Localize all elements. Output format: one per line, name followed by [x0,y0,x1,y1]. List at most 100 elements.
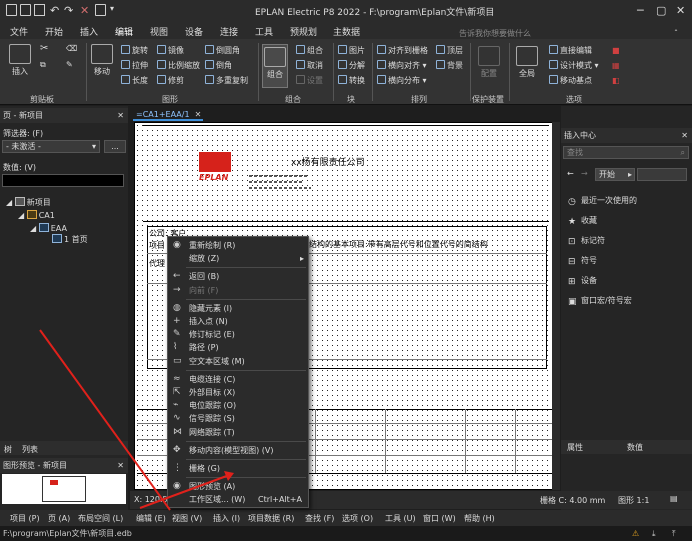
layout-icon[interactable]: ▤ [670,494,678,503]
menu-tools[interactable]: 工具 (U) [385,513,416,524]
close-icon[interactable]: ✕ [195,110,202,119]
vertical-scrollbar[interactable] [552,122,560,490]
ribbon-collapse-icon[interactable]: ˆ [674,28,678,40]
insert-item-markers[interactable]: ⊡ 标记符 [568,235,605,247]
context-menu-item[interactable]: ✥ 移动内容(模型视图) (V) [168,444,308,457]
context-menu-item[interactable]: → 向前 (F) [168,284,308,297]
insert-item-devices[interactable]: ⊞ 设备 [568,275,597,287]
multi-copy-button[interactable]: 多重复制 [205,75,248,87]
context-menu-item[interactable]: ⌇ 路径 (P) [168,341,308,354]
menu-help[interactable]: 帮助 (H) [464,513,495,524]
minimize-icon[interactable]: ─ [637,4,644,17]
context-menu-item[interactable]: 缩放 (Z) ▸ [168,252,308,265]
option-snap-icon[interactable]: ◧ [612,75,620,87]
close-icon[interactable]: ✕ [117,108,124,123]
chamfer-button[interactable]: 倒角 [205,60,232,72]
menu-project[interactable]: 项目 (P) [10,513,40,524]
tree-item-page-1[interactable]: 1 首页 [52,234,88,245]
length-button[interactable]: 长度 [121,75,148,87]
context-menu-item[interactable]: ⌁ 电位跟踪 (O) [168,399,308,412]
maximize-icon[interactable]: ▢ [656,4,666,17]
insert-item-symbols[interactable]: ⊟ 符号 [568,255,597,267]
context-menu-item[interactable]: ◉ 重新绘制 (R) [168,239,308,252]
filter-more-button[interactable]: ... [104,140,126,153]
tab-device[interactable]: 设备 [185,25,203,38]
cut-icon[interactable]: ✂ [40,43,48,55]
new-file-icon[interactable] [6,4,17,16]
tree-item-ca1[interactable]: ◢ CA1 [18,210,55,220]
context-menu-item[interactable]: ✎ 修订标记 (E) [168,328,308,341]
convert-button[interactable]: 转换 [338,75,365,87]
context-menu-item[interactable]: ∿ 信号跟踪 (S) [168,412,308,425]
upload-icon[interactable]: ⤒ [672,526,676,541]
context-menu-item[interactable]: ⋈ 网络跟踪 (T) [168,426,308,439]
breadcrumb-path[interactable] [637,168,687,181]
h-distribute-button[interactable]: 横向分布 ▾ [377,75,427,87]
combine-button[interactable]: 组合 [296,45,323,57]
insert-item-recent[interactable]: ◷ 最近一次使用的 [568,195,637,207]
split-button[interactable]: 分解 [338,60,365,72]
insert-center-search[interactable]: 查找 ⌕ [563,146,689,159]
copy-icon[interactable]: ⧉ [40,59,46,71]
menu-layout-space[interactable]: 布局空间 (L) [78,513,123,524]
option-grid-icon[interactable]: ▦ [612,60,620,72]
save-icon[interactable] [34,4,45,16]
tab-preplanning[interactable]: 预规划 [290,25,317,38]
menu-insert[interactable]: 插入 (I) [213,513,240,524]
menu-view[interactable]: 视图 (V) [172,513,202,524]
design-mode-button[interactable]: 设计模式 ▾ [549,60,599,72]
context-menu-item[interactable]: ◉ 图形预览 (A) [168,480,308,493]
insert-item-favorites[interactable]: ★ 收藏 [568,215,597,227]
menu-project-data[interactable]: 项目数据 (R) [248,513,294,524]
context-menu-item[interactable]: + 插入点 (N) [168,315,308,328]
delete-icon[interactable]: ✕ [80,4,89,17]
forward-icon[interactable]: → [581,169,588,178]
value-input[interactable] [2,174,124,187]
insert-item-macros[interactable]: ▣ 窗口宏/符号宏 [568,295,632,307]
brush-icon[interactable]: ✎ [66,59,73,71]
close-icon[interactable]: ✕ [681,128,688,143]
tree-item-project[interactable]: ◢ 新项目 [6,197,51,208]
top-layer-button[interactable]: 顶层 [436,45,463,57]
eraser-icon[interactable]: ⌫ [66,43,77,55]
close-icon[interactable]: ✕ [117,458,124,473]
context-menu-item[interactable]: ≈ 电缆连接 (C) [168,373,308,386]
tab-tree[interactable]: 树 [4,444,12,455]
image-button[interactable]: 图片 [338,45,365,57]
search-hint[interactable]: 告诉我你想要做什么 [459,28,531,40]
rounded-corner-button[interactable]: 倒圆角 [205,45,240,57]
h-align-button[interactable]: 横向对齐 ▾ [377,60,427,72]
menu-edit[interactable]: 编辑 (E) [136,513,166,524]
tab-start[interactable]: 开始 [45,25,63,38]
page-icon[interactable] [95,4,106,16]
context-menu-item[interactable]: ⇱ 外部目标 (X) [168,386,308,399]
quick-access-dropdown-icon[interactable]: ▾ [110,4,114,13]
context-menu-item[interactable]: ▭ 空文本区域 (M) [168,355,308,368]
direct-edit-button[interactable]: 直接编辑 [549,45,592,57]
insert-button[interactable]: 插入 [8,44,32,77]
tree-item-eaa[interactable]: ◢ EAA [30,223,67,233]
menu-options[interactable]: 选项 (O) [342,513,373,524]
redo-icon[interactable]: ↷ [64,4,73,17]
breadcrumb-start[interactable]: 开始 ▸ [595,168,635,181]
rotate-button[interactable]: 旋转 [121,45,148,57]
close-icon[interactable]: ✕ [676,4,685,17]
tab-master-data[interactable]: 主数据 [333,25,360,38]
cancel-group-button[interactable]: 取消 [296,60,323,72]
scale-button[interactable]: 比例缩放 [157,60,200,72]
tab-connect[interactable]: 连接 [220,25,238,38]
mirror-button[interactable]: 镜像 [157,45,184,57]
filter-select[interactable]: - 未激活 - ▾ [2,140,100,153]
background-button[interactable]: 背景 [436,60,463,72]
tab-list[interactable]: 列表 [22,444,38,455]
context-menu-item[interactable]: 工作区域... (W) Ctrl+Alt+A [168,493,308,506]
global-button[interactable]: 全局 [514,46,540,79]
document-tab[interactable]: =CA1+EAA/1 ✕ [133,109,203,121]
context-menu-item[interactable]: ← 返回 (B) [168,270,308,283]
context-menu-item[interactable]: ⋮ 栅格 (G) [168,462,308,475]
stretch-button[interactable]: 拉伸 [121,60,148,72]
menu-find[interactable]: 查找 (F) [305,513,334,524]
download-icon[interactable]: ⤓ [652,526,656,541]
tab-tools[interactable]: 工具 [255,25,273,38]
align-grid-button[interactable]: 对齐到栅格 [377,45,428,57]
